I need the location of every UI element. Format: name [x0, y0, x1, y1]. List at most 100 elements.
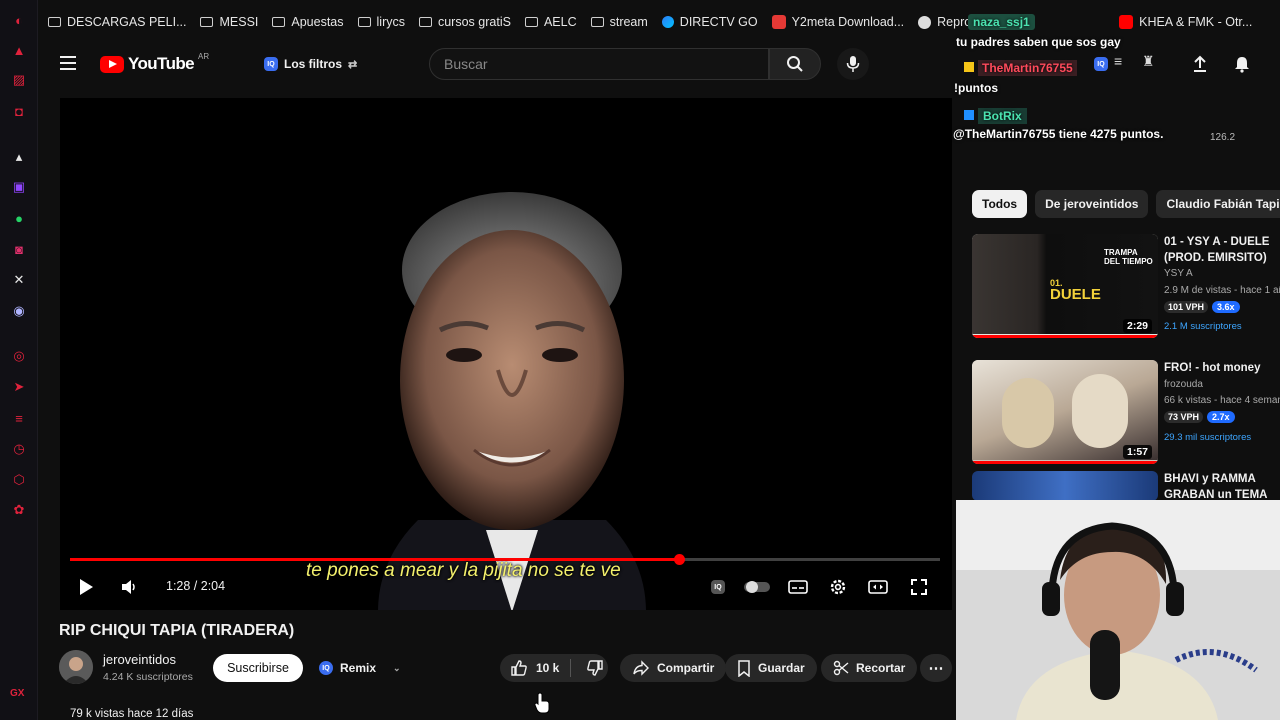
- settings-icon[interactable]: ✿: [9, 500, 29, 520]
- tabs-icon[interactable]: ≡: [9, 408, 29, 428]
- bookmark-item[interactable]: stream: [590, 15, 648, 29]
- bookmark-item[interactable]: KHEA & FMK - Otr...: [1119, 15, 1252, 29]
- bookmark-item[interactable]: DESCARGAS PELI...: [48, 15, 186, 29]
- bookmark-item[interactable]: AELC: [524, 15, 577, 29]
- microphone-icon: [846, 56, 860, 72]
- filters-button[interactable]: IQ Los filtros ⇄: [264, 52, 357, 76]
- gx-logo-icon: GX: [10, 688, 25, 699]
- video-title: RIP CHIQUI TAPIA (TIRADERA): [59, 622, 295, 639]
- iq-extension-icon[interactable]: IQ: [1094, 57, 1108, 71]
- video-frame-image: [378, 192, 646, 610]
- chip-all[interactable]: Todos: [972, 190, 1028, 218]
- bookmark-item[interactable]: MESSI: [200, 15, 258, 29]
- folder-icon: [272, 17, 286, 27]
- youtube-logo[interactable]: YouTube AR: [100, 52, 209, 74]
- chip-from-channel[interactable]: De jeroveintidos: [1035, 190, 1149, 218]
- history-icon[interactable]: ◷: [9, 439, 29, 459]
- sliders-icon: ⇄: [348, 58, 358, 71]
- autoplay-toggle[interactable]: [742, 576, 772, 598]
- vph-badges: 73 VPH 2.7x: [1164, 411, 1235, 423]
- sub-badge-icon: [964, 62, 974, 72]
- video-thumbnail[interactable]: 01. DUELE TRAMPA DEL TIEMPO 2:29: [972, 234, 1158, 338]
- toggle-icon: [744, 581, 770, 593]
- captions-button[interactable]: [787, 576, 809, 598]
- recommendation-title[interactable]: FRO! - hot money: [1164, 360, 1280, 376]
- bookmark-item[interactable]: lirycs: [357, 15, 405, 29]
- notifications-icon[interactable]: [1234, 55, 1250, 73]
- clip-button[interactable]: Recortar: [821, 654, 918, 682]
- like-button[interactable]: 10 k: [510, 659, 559, 677]
- video-player[interactable]: te pones a mear y la pijita no se te ve …: [60, 98, 952, 610]
- search-input[interactable]: [429, 48, 769, 80]
- chat-message: tu padres saben que sos gay: [956, 35, 1121, 49]
- subscribe-button[interactable]: Suscribirse: [213, 654, 303, 682]
- more-actions-button[interactable]: ⋯: [920, 654, 952, 682]
- theater-mode-button[interactable]: [867, 576, 889, 598]
- opera-gx-icon[interactable]: ◐: [9, 10, 29, 30]
- bookmark-item[interactable]: Y2meta Download...: [771, 15, 904, 29]
- chat-username: BotRix: [964, 108, 1027, 124]
- webcam-overlay: [956, 500, 1280, 720]
- volume-button[interactable]: [118, 576, 140, 598]
- youtube-icon: [1119, 15, 1134, 29]
- upload-icon[interactable]: [1192, 55, 1208, 73]
- recommendation-item[interactable]: BHAVI y RAMMA GRABAN un TEMA en...: [972, 471, 1280, 501]
- browser-sidebar: ◐ ▲ ▨ ◘ ▴ ▣ ● ◙ ✕ ◉ ◎ ➤ ≡ ◷ ⬡ ✿ GX: [0, 0, 38, 720]
- menu-icon[interactable]: [60, 56, 76, 70]
- iq-extension-icon: IQ: [264, 57, 278, 71]
- channel-avatar[interactable]: [59, 650, 93, 684]
- watched-bar: [972, 335, 1158, 338]
- whatsapp-icon[interactable]: ●: [9, 208, 29, 228]
- recommendation-item[interactable]: 1:57 FRO! - hot money frozouda 66 k vist…: [972, 360, 1280, 464]
- video-thumbnail[interactable]: [972, 471, 1158, 501]
- search-button[interactable]: [769, 48, 821, 80]
- dislike-button[interactable]: [586, 659, 604, 677]
- chip-topic[interactable]: Claudio Fabián Tapia: [1156, 190, 1280, 218]
- gx-corner-icon[interactable]: ▨: [9, 70, 29, 90]
- list-icon[interactable]: ≡: [1114, 53, 1122, 69]
- gx-music-icon[interactable]: ◘: [9, 101, 29, 121]
- recommendation-title[interactable]: BHAVI y RAMMA GRABAN un TEMA en...: [1164, 471, 1280, 501]
- twitch-icon[interactable]: ▣: [9, 177, 29, 197]
- recommendation-subscribers: 29.3 mil suscriptores: [1164, 432, 1252, 443]
- views-and-date: 79 k vistas hace 12 días: [70, 708, 194, 720]
- play-icon: [80, 579, 93, 595]
- bookmark-item[interactable]: DIRECTV GO: [661, 15, 758, 29]
- save-button[interactable]: Guardar: [725, 654, 817, 682]
- recommendation-title[interactable]: 01 - YSY A - DUELE (PROD. EMIRSITO): [1164, 234, 1280, 266]
- remix-button[interactable]: IQ Remix ⌄: [313, 654, 407, 682]
- bookmark-item[interactable]: cursos gratiS: [418, 15, 511, 29]
- avatar-image: [59, 650, 93, 684]
- video-thumbnail[interactable]: 1:57: [972, 360, 1158, 464]
- instagram-icon[interactable]: ◙: [9, 239, 29, 259]
- play-button[interactable]: [76, 576, 96, 598]
- gx-control-icon[interactable]: ▲: [9, 40, 29, 60]
- y2meta-icon: [771, 15, 786, 29]
- watched-bar: [972, 461, 1158, 464]
- extensions-icon[interactable]: ⬡: [9, 470, 29, 490]
- scrubber-handle[interactable]: [674, 554, 685, 565]
- discord-icon[interactable]: ◉: [9, 301, 29, 321]
- x-icon[interactable]: ✕: [9, 270, 29, 290]
- recommendation-channel[interactable]: frozouda: [1164, 379, 1203, 390]
- chess-icon[interactable]: ♜: [1142, 53, 1155, 70]
- bookmark-item[interactable]: Apuestas: [272, 15, 344, 29]
- chat-message: !puntos: [954, 81, 998, 95]
- share-button[interactable]: Compartir: [620, 654, 727, 682]
- send-icon[interactable]: ➤: [9, 377, 29, 397]
- channel-name[interactable]: jeroveintidos: [103, 652, 176, 667]
- fullscreen-icon: [911, 579, 927, 595]
- captions-icon: [788, 580, 808, 594]
- aria-icon[interactable]: ▴: [9, 147, 29, 167]
- voice-search-button[interactable]: [837, 48, 869, 80]
- gear-icon: [830, 579, 846, 595]
- youtube-header: YouTube AR IQ Los filtros ⇄: [38, 44, 952, 84]
- webcam-image: [956, 500, 1280, 720]
- fullscreen-button[interactable]: [908, 576, 930, 598]
- iq-player-button[interactable]: IQ: [708, 576, 728, 598]
- recommendation-item[interactable]: 01. DUELE TRAMPA DEL TIEMPO 2:29 01 - YS…: [972, 234, 1280, 344]
- theater-icon: [868, 580, 888, 594]
- settings-button[interactable]: [827, 576, 849, 598]
- speed-dial-icon[interactable]: ◎: [9, 346, 29, 366]
- recommendation-channel[interactable]: YSY A: [1164, 268, 1193, 279]
